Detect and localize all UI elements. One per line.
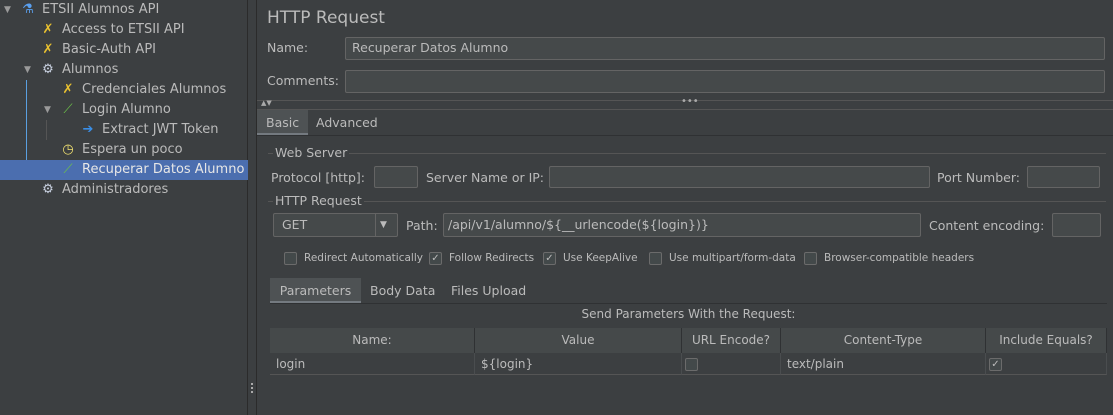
tree-item-label: Alumnos bbox=[62, 62, 119, 77]
column-header-include-equals[interactable]: Include Equals? bbox=[986, 328, 1107, 353]
server-label: Server Name or IP: bbox=[426, 170, 545, 185]
flask-icon: ⚗ bbox=[22, 2, 34, 17]
column-header-url-encode[interactable]: URL Encode? bbox=[682, 328, 781, 353]
path-label: Path: bbox=[406, 218, 438, 233]
divider bbox=[270, 303, 1107, 304]
chevron-down-icon[interactable]: ▼ bbox=[380, 214, 387, 236]
tree-item[interactable]: ➔ Extract JWT Token bbox=[0, 120, 248, 140]
tree-item[interactable]: ▼ ⚗ ETSII Alumnos API bbox=[0, 0, 248, 20]
path-input[interactable]: /api/v1/alumno/${__urlencode(${login})} bbox=[443, 213, 921, 237]
method-value: GET bbox=[282, 217, 308, 232]
use-keepalive-checkbox[interactable]: ✓ Use KeepAlive bbox=[543, 251, 638, 265]
protocol-input[interactable] bbox=[374, 166, 418, 188]
name-input[interactable]: Recuperar Datos Alumno bbox=[345, 37, 1105, 60]
expand-arrow-icon[interactable]: ▼ bbox=[4, 0, 11, 20]
method-select[interactable]: GET ▼ bbox=[273, 213, 398, 237]
checkbox-box[interactable] bbox=[284, 251, 297, 265]
extractor-icon: ➔ bbox=[82, 122, 94, 137]
encoding-label: Content encoding: bbox=[929, 218, 1045, 233]
subtab-parameters[interactable]: Parameters bbox=[270, 278, 361, 303]
tab-advanced[interactable]: Advanced bbox=[307, 110, 387, 135]
redirect-automatically-checkbox[interactable]: Redirect Automatically bbox=[284, 251, 423, 265]
drag-handle-icon[interactable]: ••• bbox=[681, 96, 699, 107]
tree-item-label: Espera un poco bbox=[82, 142, 183, 157]
params-caption: Send Parameters With the Request: bbox=[581, 307, 796, 321]
wrench-screwdriver-icon: ✗ bbox=[42, 42, 54, 57]
tree-item-label: Access to ETSII API bbox=[62, 22, 185, 37]
tree-item-label: Basic-Auth API bbox=[62, 42, 156, 57]
encoding-input[interactable] bbox=[1052, 213, 1101, 237]
tree-item[interactable]: ✗ Access to ETSII API bbox=[0, 20, 248, 40]
checkbox-box[interactable] bbox=[804, 251, 817, 265]
wrench-screwdriver-icon: ✗ bbox=[62, 82, 74, 97]
comments-label: Comments: bbox=[267, 73, 339, 88]
tab-basic[interactable]: Basic bbox=[257, 110, 309, 135]
tree-item[interactable]: ⚙ Administradores bbox=[0, 180, 248, 200]
test-plan-tree[interactable]: ▼ ⚗ ETSII Alumnos API ✗ Access to ETSII API ✗… bbox=[0, 0, 248, 415]
tree-item-label: Login Alumno bbox=[82, 102, 171, 117]
timer-icon: ◷ bbox=[62, 142, 74, 157]
tree-item-label: Credenciales Alumnos bbox=[82, 82, 227, 97]
split-pane-divider[interactable] bbox=[248, 0, 257, 415]
include-equals-checkbox[interactable]: ✓ bbox=[989, 358, 1002, 371]
subtab-body-data[interactable]: Body Data bbox=[361, 278, 444, 303]
protocol-label: Protocol [http]: bbox=[271, 170, 365, 185]
checkbox-label: Browser-compatible headers bbox=[824, 252, 975, 264]
collapse-arrows-icon[interactable]: ▲▼ bbox=[261, 99, 272, 107]
port-label: Port Number: bbox=[937, 170, 1020, 185]
checkbox-label: Follow Redirects bbox=[449, 252, 535, 264]
http-request-legend: HTTP Request bbox=[273, 193, 364, 208]
use-multipart-checkbox[interactable]: Use multipart/form-data bbox=[649, 251, 796, 265]
wrench-screwdriver-icon: ✗ bbox=[42, 22, 54, 37]
server-input[interactable] bbox=[549, 166, 930, 188]
cell-value[interactable]: ${login} bbox=[475, 353, 682, 375]
column-header-value[interactable]: Value bbox=[475, 328, 682, 353]
tree-item[interactable]: ◷ Espera un poco bbox=[0, 140, 248, 160]
tree-item[interactable]: ✗ Credenciales Alumnos bbox=[0, 80, 248, 100]
checkbox-box[interactable]: ✓ bbox=[429, 251, 442, 265]
name-label: Name: bbox=[267, 40, 309, 55]
fieldset-border bbox=[268, 153, 1106, 154]
cell-include-equals[interactable]: ✓ bbox=[986, 353, 1107, 375]
expand-arrow-icon[interactable]: ▼ bbox=[24, 60, 31, 80]
tree-item[interactable]: ⟋ Recuperar Datos Alumno bbox=[0, 160, 248, 180]
page-title: HTTP Request bbox=[267, 8, 385, 28]
web-server-legend: Web Server bbox=[273, 145, 350, 160]
tree-item[interactable]: ✗ Basic-Auth API bbox=[0, 40, 248, 60]
divider bbox=[257, 135, 1113, 136]
cell-name[interactable]: login bbox=[270, 353, 475, 375]
checkbox-box[interactable] bbox=[649, 251, 662, 265]
follow-redirects-checkbox[interactable]: ✓ Follow Redirects bbox=[429, 251, 534, 265]
checkbox-box[interactable]: ✓ bbox=[543, 251, 556, 265]
tree-item[interactable]: ▼ ⟋ Login Alumno bbox=[0, 100, 248, 120]
url-encode-checkbox[interactable] bbox=[685, 358, 698, 371]
column-header-content-type[interactable]: Content-Type bbox=[781, 328, 986, 353]
port-input[interactable] bbox=[1027, 166, 1100, 188]
fieldset-border bbox=[268, 201, 1106, 202]
gear-icon: ⚙ bbox=[42, 62, 54, 77]
checkbox-label: Use multipart/form-data bbox=[669, 252, 796, 264]
comments-input[interactable] bbox=[345, 70, 1105, 93]
gear-icon: ⚙ bbox=[42, 182, 54, 197]
checkbox-label: Redirect Automatically bbox=[304, 252, 423, 264]
checkbox-label: Use KeepAlive bbox=[563, 252, 638, 264]
tree-item-label: Recuperar Datos Alumno bbox=[82, 162, 245, 177]
column-header-name[interactable]: Name: bbox=[270, 328, 475, 353]
subtab-files-upload[interactable]: Files Upload bbox=[442, 278, 535, 303]
cell-url-encode[interactable] bbox=[682, 353, 781, 375]
expand-arrow-icon[interactable]: ▼ bbox=[44, 100, 51, 120]
cell-content-type[interactable]: text/plain bbox=[781, 353, 986, 375]
pipette-icon: ⟋ bbox=[63, 102, 73, 117]
tree-item-label: Administradores bbox=[62, 182, 169, 197]
browser-compatible-headers-checkbox[interactable]: Browser-compatible headers bbox=[804, 251, 974, 265]
tree-item[interactable]: ▼ ⚙ Alumnos bbox=[0, 60, 248, 80]
tree-item-label: Extract JWT Token bbox=[102, 122, 219, 137]
tree-item-label: ETSII Alumnos API bbox=[42, 2, 160, 17]
pipette-icon: ⟋ bbox=[63, 162, 73, 177]
